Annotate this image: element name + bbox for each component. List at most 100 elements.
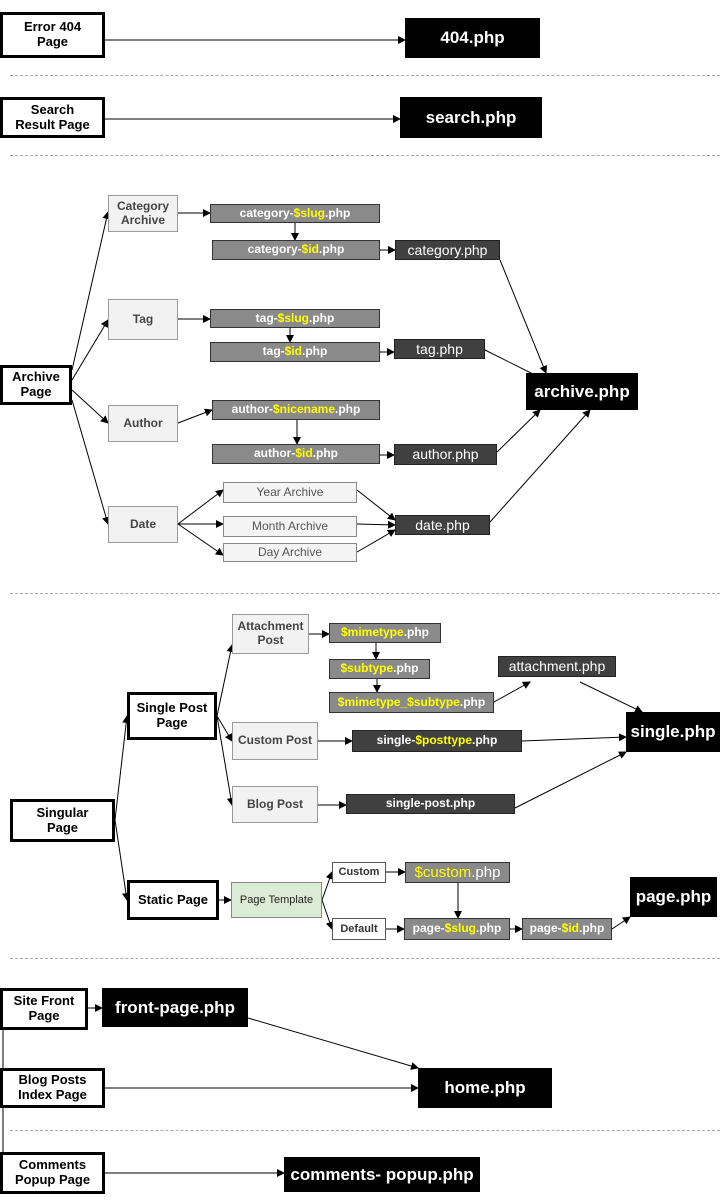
section-divider xyxy=(10,1130,720,1131)
attachment-post-box: Attachment Post xyxy=(232,614,309,654)
attachment-php-box: attachment.php xyxy=(498,656,616,677)
subtype-php-box: $subtype.php xyxy=(329,659,430,679)
label-text: Singular xyxy=(36,804,89,820)
category-slug-php-box: category-$slug.php xyxy=(210,204,380,223)
arrow xyxy=(611,916,631,930)
tag-slug-php-box: tag-$slug.php xyxy=(210,309,380,328)
arrow xyxy=(114,819,130,901)
label-text: Category xyxy=(116,198,169,213)
label-text: .php xyxy=(335,402,361,417)
static-page-box: Static Page xyxy=(127,880,219,920)
label-text: Page Template xyxy=(239,893,314,906)
arrow xyxy=(489,409,591,523)
label-text: .php xyxy=(309,310,335,325)
mimetype-subtype-php-box: $mimetype_$subtype.php xyxy=(329,692,494,713)
variable-text: $slug xyxy=(277,310,309,325)
arrow xyxy=(321,899,334,930)
variable-text: $id xyxy=(301,242,320,257)
variable-text: $slug xyxy=(293,205,326,220)
label-text: Comments xyxy=(18,1157,87,1173)
label-text: Search xyxy=(30,101,75,117)
label-text: Year Archive xyxy=(256,484,324,499)
label-text: Site Front xyxy=(13,993,75,1009)
label-text: Popup Page xyxy=(14,1172,91,1187)
month-archive-box: Month Archive xyxy=(223,516,357,537)
arrow xyxy=(321,871,334,901)
category-php-box: category.php xyxy=(395,240,500,260)
front-page-php-box: front-page.php xyxy=(102,988,248,1027)
category-archive-box: Category Archive xyxy=(108,195,178,232)
label-text: Attachment xyxy=(237,619,304,634)
blog-posts-index-page-box: Blog Posts Index Page xyxy=(0,1068,105,1108)
label-text: category- xyxy=(247,242,302,257)
label-text: Post xyxy=(257,633,284,647)
page-php-box: page.php xyxy=(630,877,717,917)
date-php-box: date.php xyxy=(395,515,490,535)
blog-post-box: Blog Post xyxy=(232,786,318,823)
author-id-php-box: author-$id.php xyxy=(212,444,380,464)
variable-text: $id xyxy=(284,344,302,359)
page-template-box: Page Template xyxy=(231,882,322,918)
label-text: single-post.php xyxy=(385,796,476,811)
label-text: Custom Post xyxy=(237,733,312,748)
author-box: Author xyxy=(108,405,178,442)
variable-text: $id xyxy=(295,446,313,461)
label-text: single.php xyxy=(630,722,716,742)
label-text: date.php xyxy=(415,516,470,533)
variable-text: $posttype xyxy=(415,733,473,748)
tag-box: Tag xyxy=(108,299,178,340)
section-divider xyxy=(10,155,720,156)
single-posttype-php-box: single-$posttype.php xyxy=(352,730,522,752)
tag-php-box: tag.php xyxy=(394,339,485,359)
label-text: Archive xyxy=(120,212,165,227)
404-php-box: 404.php xyxy=(405,18,540,58)
variable-text: $custom xyxy=(414,863,472,881)
label-text: author- xyxy=(231,402,273,417)
label-text: Custom xyxy=(338,866,380,879)
section-divider xyxy=(10,593,720,594)
arrow xyxy=(521,733,627,742)
label-text: .php xyxy=(459,694,486,709)
arrow xyxy=(71,211,111,371)
arrow xyxy=(216,644,235,717)
label-text: tag.php xyxy=(416,340,463,357)
default-box: Default xyxy=(332,918,386,940)
label-text: page- xyxy=(529,921,562,936)
label-text: Date xyxy=(129,516,156,531)
variable-text: $id xyxy=(561,921,580,936)
label-text: author- xyxy=(254,446,296,461)
arrow xyxy=(247,1017,419,1070)
label-text: Page xyxy=(28,1008,60,1023)
label-text: search.php xyxy=(425,107,517,127)
arrow xyxy=(499,259,548,374)
label-text: comments- popup.php xyxy=(290,1164,474,1184)
label-text: tag- xyxy=(262,344,285,359)
label-text: Index Page xyxy=(18,1087,87,1102)
label-text: Author xyxy=(123,415,163,430)
variable-text: $subtype xyxy=(340,661,394,676)
arrow xyxy=(514,751,627,809)
label-text: single- xyxy=(376,733,416,748)
date-box: Date xyxy=(108,506,178,543)
label-text: Page xyxy=(156,715,188,730)
label-text: category- xyxy=(239,205,294,220)
label-text: .php xyxy=(476,921,502,936)
author-php-box: author.php xyxy=(394,444,497,465)
label-text: archive.php xyxy=(534,381,630,401)
arrow xyxy=(114,715,131,821)
variable-text: $mimetype_$subtype xyxy=(337,694,460,709)
label-text: Page xyxy=(36,34,69,49)
label-text: .php xyxy=(302,344,328,359)
site-front-page-box: Site Front Page xyxy=(0,988,88,1030)
single-post-php-box: single-post.php xyxy=(346,794,515,814)
arrow xyxy=(579,681,643,713)
label-text: Result Page xyxy=(15,116,90,132)
singular-page-box: Singular Page xyxy=(10,799,115,842)
arrow xyxy=(177,523,224,556)
label-text: Page xyxy=(20,384,52,399)
label-text: .php xyxy=(325,205,351,220)
tag-id-php-box: tag-$id.php xyxy=(210,342,380,362)
section-divider xyxy=(10,75,720,76)
label-text: .php xyxy=(471,863,501,881)
page-id-php-box: page-$id.php xyxy=(522,918,612,940)
